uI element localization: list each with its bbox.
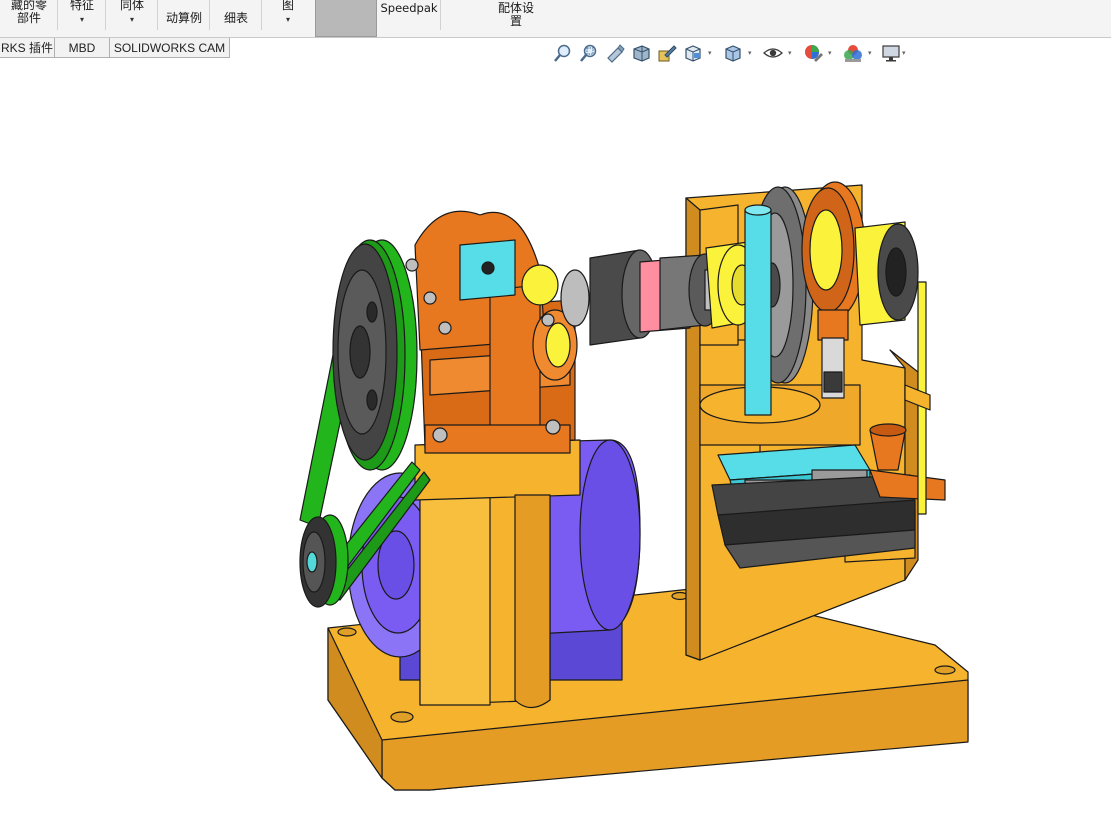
chevron-down-icon[interactable]: ▾ <box>58 15 106 25</box>
chevron-down-icon[interactable]: ▾ <box>902 49 906 57</box>
assembly-model[interactable] <box>0 60 1111 837</box>
ribbon-button-selected[interactable] <box>315 0 377 37</box>
ribbon-button-configuration[interactable]: 配体设 置 <box>486 0 546 36</box>
punch-holder[interactable] <box>817 309 849 399</box>
ribbon-button-motion-study[interactable]: 动算例 <box>158 0 210 36</box>
motor-pulley[interactable] <box>299 514 349 608</box>
ribbon-label-line2: 部件 <box>16 11 41 25</box>
ribbon-label-line2: 动算例 <box>165 11 202 25</box>
ribbon-label-line2: 置 <box>509 14 522 28</box>
chevron-down-icon[interactable]: ▾ <box>106 15 158 25</box>
graphics-area[interactable] <box>0 60 1111 837</box>
chevron-down-icon[interactable]: ▾ <box>828 49 832 57</box>
chevron-down-icon[interactable]: ▾ <box>262 15 314 25</box>
tab-solidworks-cam[interactable]: SOLIDWORKS CAM <box>109 38 230 58</box>
chevron-down-icon[interactable]: ▾ <box>748 49 752 57</box>
ribbon-label-line1: 特征 <box>69 0 94 12</box>
bearing-right[interactable] <box>854 221 919 326</box>
command-manager-ribbon: 藏的零 部件 特征 ▾ 同体 ▾ 动算例 细表 图 ▾ Speedpak 配体设… <box>0 0 1111 38</box>
ribbon-label-line2: 细表 <box>223 11 248 25</box>
tab-mbd[interactable]: MBD <box>54 38 110 58</box>
ribbon-button-hidden-components[interactable]: 藏的零 部件 <box>0 0 58 36</box>
ribbon-button-features[interactable]: 特征 ▾ <box>58 0 106 36</box>
ribbon-button-speedpak[interactable]: Speedpak <box>377 0 441 36</box>
tab-solidworks-addins[interactable]: RKS 插件 <box>0 38 55 58</box>
ribbon-button-bill-of-materials[interactable]: 细表 <box>210 0 262 36</box>
ribbon-label-line2: Speedpak <box>380 1 438 15</box>
chevron-down-icon[interactable]: ▾ <box>868 49 872 57</box>
ribbon-button-exploded-view[interactable]: 图 ▾ <box>262 0 314 36</box>
ribbon-label-line1: 同体 <box>119 0 144 12</box>
ribbon-label-line1: 图 <box>281 0 294 12</box>
punch-rod[interactable] <box>744 204 772 416</box>
chevron-down-icon[interactable]: ▾ <box>708 49 712 57</box>
ribbon-button-same-body[interactable]: 同体 ▾ <box>106 0 158 36</box>
gearbox-housing[interactable] <box>405 210 578 454</box>
chevron-down-icon[interactable]: ▾ <box>788 49 792 57</box>
